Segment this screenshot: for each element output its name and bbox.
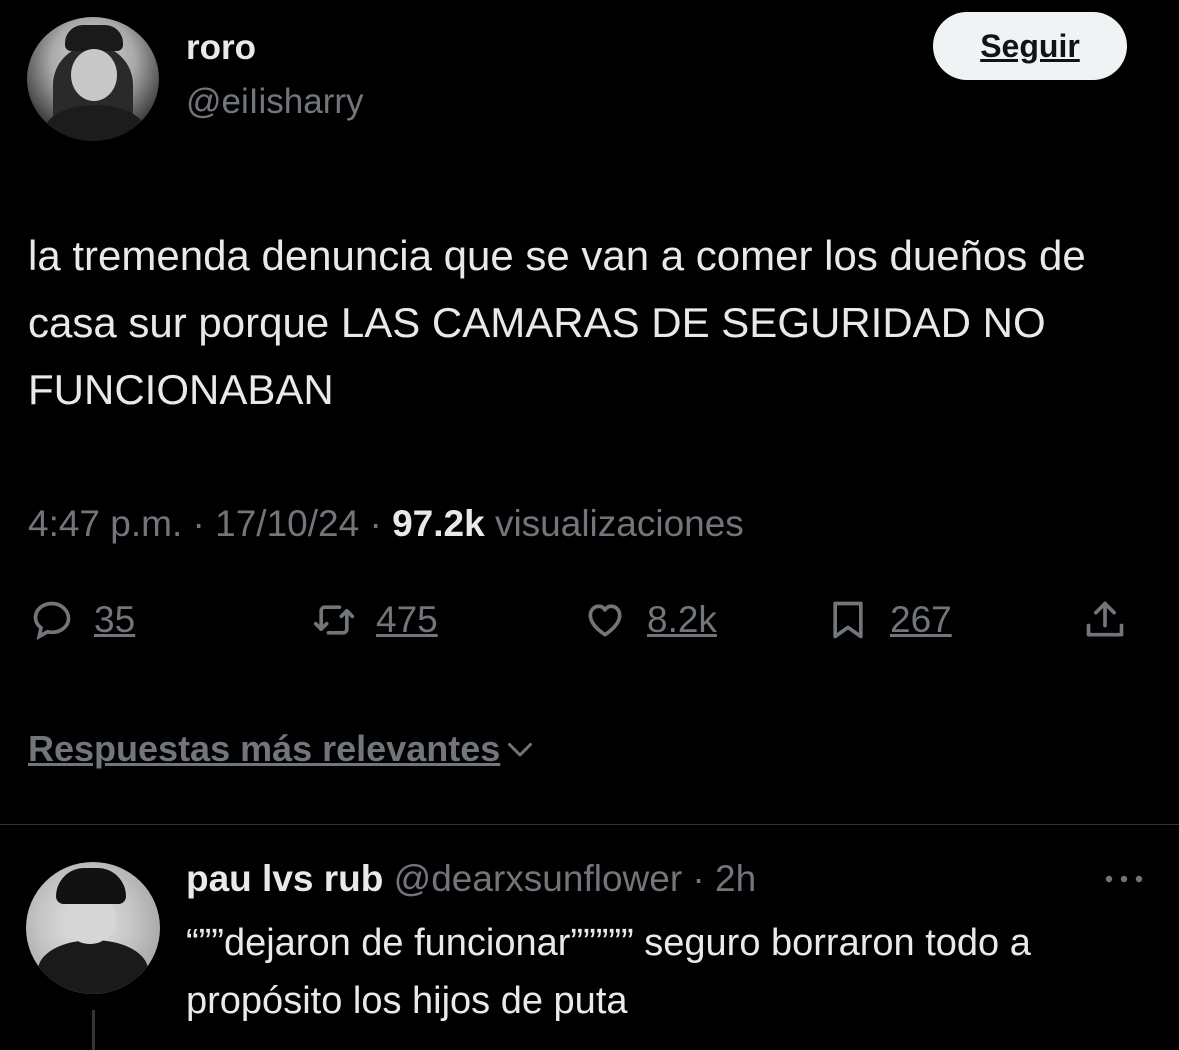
reply-handle[interactable]: @dearxsunflower [394, 858, 682, 899]
avatar-beanie [56, 868, 126, 904]
reply-text: “””dejaron de funcionar””””” seguro borr… [186, 922, 1031, 1022]
avatar-hat [65, 25, 123, 51]
tweet-meta: 4:47 p.m. · 17/10/24 · 97.2k visualizaci… [28, 503, 744, 545]
reply-header: pau lvs rub @dearxsunflower · 2h [186, 858, 756, 900]
replies-sort-dropdown[interactable]: Respuestas más relevantes [28, 728, 538, 770]
bookmark-action[interactable]: 267 [826, 598, 952, 642]
like-action[interactable]: 8.2k [583, 598, 717, 642]
sort-label: Respuestas más relevantes [28, 728, 501, 769]
thread-line [92, 1010, 95, 1050]
author-handle[interactable]: @eiIisharry [186, 82, 364, 122]
more-dots-icon[interactable] [1100, 864, 1148, 894]
avatar-hoodie [38, 940, 148, 994]
reply-count[interactable]: 35 [94, 599, 135, 641]
reply-time[interactable]: 2h [715, 858, 756, 899]
author-avatar[interactable] [27, 17, 159, 141]
tweet-time[interactable]: 4:47 p.m. [28, 503, 182, 544]
retweet-action[interactable]: 475 [312, 598, 438, 642]
speech-bubble-icon [33, 601, 71, 641]
views-label: visualizaciones [494, 503, 744, 544]
retweet-icon [313, 605, 355, 635]
retweet-count[interactable]: 475 [376, 599, 438, 641]
heart-icon [588, 604, 622, 637]
divider [0, 824, 1179, 825]
chevron-down-icon [508, 743, 533, 757]
author-display-name[interactable]: roro [186, 28, 256, 68]
tweet-text: la tremenda denuncia que se van a comer … [28, 232, 1086, 413]
share-action[interactable] [1083, 598, 1127, 642]
reply-separator: · [682, 858, 716, 899]
meta-separator: · [192, 503, 216, 544]
share-icon [1086, 601, 1124, 637]
reply-display-name[interactable]: pau lvs rub [186, 858, 383, 899]
like-count[interactable]: 8.2k [647, 599, 717, 641]
bookmark-icon [833, 601, 863, 639]
follow-button[interactable]: Seguir [933, 12, 1127, 80]
reply-action[interactable]: 35 [30, 598, 135, 642]
reply-avatar[interactable] [26, 862, 160, 994]
tweet-date[interactable]: 17/10/24 [215, 503, 359, 544]
views-count: 97.2k [392, 503, 485, 544]
bookmark-count[interactable]: 267 [890, 599, 952, 641]
meta-separator: · [369, 503, 393, 544]
avatar-face [71, 49, 117, 101]
